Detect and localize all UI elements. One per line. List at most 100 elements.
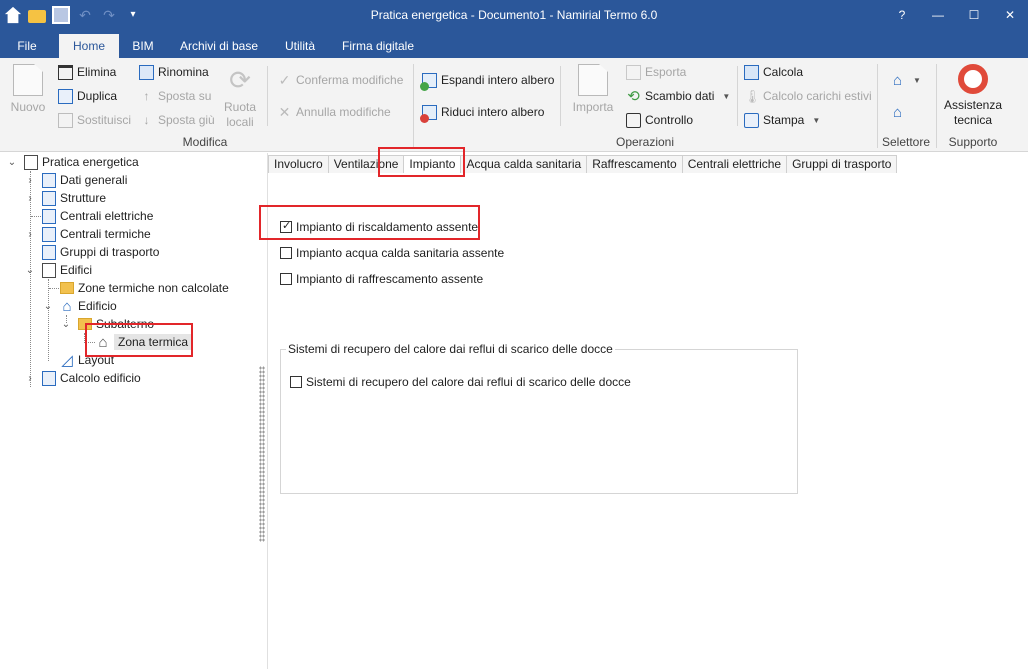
tree-node-edificio[interactable]: ⌄ ⌂ Edificio <box>42 297 117 315</box>
chevron-down-icon[interactable]: ⌄ <box>60 319 72 330</box>
divider <box>737 66 738 126</box>
elimina-button[interactable]: Elimina <box>58 62 116 82</box>
controllo-label: Controllo <box>645 113 694 127</box>
controllo-button[interactable]: Controllo <box>626 110 693 130</box>
window-controls: ? — ☐ ✕ <box>884 0 1028 32</box>
rename-icon <box>139 64 154 80</box>
divider <box>267 66 268 126</box>
divider <box>877 64 878 148</box>
importa-button[interactable]: Importa <box>569 64 617 115</box>
ruota-label-2: locali <box>226 115 254 129</box>
tab-utilita[interactable]: Utilità <box>276 34 324 58</box>
chevron-down-icon: ▼ <box>913 75 921 85</box>
raffrescamento-assente-checkbox[interactable]: Impianto di raffrescamento assente <box>280 272 483 286</box>
section-tab-bar: Involucro Ventilazione Impianto Acqua ca… <box>268 155 898 173</box>
selettore-group-label: Selettore <box>881 135 931 149</box>
calcola-button[interactable]: Calcola <box>744 62 803 82</box>
duplica-button[interactable]: Duplica <box>58 86 117 106</box>
checkbox-unchecked[interactable] <box>290 376 302 388</box>
acs-assente-checkbox[interactable]: Impianto acqua calda sanitaria assente <box>280 246 504 260</box>
minimize-button[interactable]: — <box>920 0 956 32</box>
tab-involucro[interactable]: Involucro <box>268 155 329 173</box>
ribbon-tab-bar: File Home BIM Archivi di base Utilità Fi… <box>0 32 1028 58</box>
tree-node-label: Strutture <box>60 191 107 205</box>
printer-icon <box>744 112 759 128</box>
tree-node-label: Centrali elettriche <box>60 209 154 223</box>
esporta-label: Esporta <box>645 65 687 79</box>
espandi-albero-button[interactable]: Espandi intero albero <box>420 70 554 91</box>
sposta-su-button[interactable]: ↑ Sposta su <box>139 86 212 106</box>
tree-node-label: Edifici <box>60 263 93 277</box>
tab-raffrescamento[interactable]: Raffrescamento <box>586 155 683 173</box>
maximize-button[interactable]: ☐ <box>956 0 992 32</box>
chevron-down-icon[interactable]: ⌄ <box>24 265 36 276</box>
tree-node-label: Edificio <box>78 299 117 313</box>
data-sheet-icon <box>42 190 56 206</box>
chevron-right-icon[interactable]: › <box>24 193 36 204</box>
selettore-home-button[interactable]: ⌂ <box>890 102 905 122</box>
assistenza-tecnica-button[interactable]: Assistenza tecnica <box>942 64 1004 128</box>
ruota-locali-button[interactable]: ⟳ Ruota locali <box>220 64 260 130</box>
stampa-button[interactable]: Stampa ▼ <box>744 110 820 130</box>
tree-node-centrali-elettriche[interactable]: Centrali elettriche <box>24 207 153 225</box>
checkbox-unchecked[interactable] <box>280 273 292 285</box>
checkbox-unchecked[interactable] <box>280 247 292 259</box>
tree-node-zone-termiche-non-calcolate[interactable]: Zone termiche non calcolate <box>42 279 229 297</box>
panel-splitter[interactable] <box>259 366 265 542</box>
data-sheet-icon <box>42 208 56 224</box>
window-title: Pratica energetica - Documento1 - Namiri… <box>370 8 658 22</box>
tree-node-centrali-termiche[interactable]: › Centrali termiche <box>24 225 151 243</box>
tree-node-strutture[interactable]: › Strutture <box>24 189 106 207</box>
replace-icon <box>58 112 73 128</box>
nuovo-button[interactable]: Nuovo <box>6 64 50 115</box>
riduci-label: Riduci intero albero <box>441 105 545 119</box>
tab-centrali-elettriche[interactable]: Centrali elettriche <box>681 155 788 173</box>
tab-archivi-di-base[interactable]: Archivi di base <box>172 34 266 58</box>
rinomina-button[interactable]: Rinomina <box>139 62 209 82</box>
help-button[interactable]: ? <box>884 0 920 32</box>
data-sheet-icon <box>42 172 56 188</box>
tab-acqua-calda-sanitaria[interactable]: Acqua calda sanitaria <box>460 155 588 173</box>
tab-bim[interactable]: BIM <box>124 34 162 58</box>
divider <box>936 64 937 148</box>
tree-node-dati-generali[interactable]: › Dati generali <box>24 171 127 189</box>
tab-gruppi-di-trasporto[interactable]: Gruppi di trasporto <box>786 155 898 173</box>
house-icon: ⌂ <box>62 297 72 315</box>
tab-home[interactable]: Home <box>59 34 119 58</box>
chevron-right-icon[interactable]: › <box>24 175 36 186</box>
highlight-box <box>378 147 465 177</box>
esporta-button[interactable]: Esporta <box>626 62 686 82</box>
house-icon: ⌂ <box>892 103 903 121</box>
tree-node-label: Gruppi di trasporto <box>60 245 160 259</box>
highlight-box <box>259 205 480 240</box>
assistenza-label-1: Assistenza <box>943 98 1003 112</box>
tab-file[interactable]: File <box>8 34 46 58</box>
calcolo-carichi-estivi-button[interactable]: 🌡 Calcolo carichi estivi <box>744 86 872 106</box>
tree-node-pratica-energetica[interactable]: ⌄ Pratica energetica <box>6 153 139 171</box>
selettore-dropdown-button[interactable]: ⌂ ▼ <box>890 70 921 90</box>
sostituisci-button[interactable]: Sostituisci <box>58 110 131 130</box>
tree-node-edifici[interactable]: ⌄ Edifici <box>24 261 92 279</box>
highlight-box <box>85 323 193 357</box>
chevron-right-icon[interactable]: › <box>24 373 36 384</box>
chevron-down-icon[interactable]: ⌄ <box>6 157 18 168</box>
riduci-albero-button[interactable]: Riduci intero albero <box>420 102 545 123</box>
tree-node-gruppi-di-trasporto[interactable]: Gruppi di trasporto <box>24 243 159 261</box>
elimina-label: Elimina <box>77 65 117 79</box>
tree-node-label: Zone termiche non calcolate <box>78 281 229 295</box>
close-button[interactable]: ✕ <box>992 0 1028 32</box>
tree-node-calcolo-edificio[interactable]: › Calcolo edificio <box>24 369 141 387</box>
sposta-giu-button[interactable]: ↓ Sposta giù <box>139 110 215 130</box>
sposta-su-label: Sposta su <box>158 89 212 103</box>
scambio-dati-button[interactable]: ⟲ Scambio dati ▼ <box>626 86 730 106</box>
chevron-right-icon[interactable]: › <box>24 229 36 240</box>
recupero-calore-checkbox[interactable]: Sistemi di recupero del calore dai reflu… <box>290 375 631 389</box>
tab-firma-digitale[interactable]: Firma digitale <box>334 34 422 58</box>
acs-assente-label: Impianto acqua calda sanitaria assente <box>296 246 505 260</box>
annulla-modifiche-button[interactable]: ✕ Annulla modifiche <box>277 102 391 122</box>
thermometer-icon: 🌡 <box>744 88 761 104</box>
layout-icon: ◿ <box>61 351 73 369</box>
chevron-down-icon[interactable]: ⌄ <box>42 301 54 312</box>
swap-icon: ⟲ <box>627 87 640 105</box>
conferma-modifiche-button[interactable]: ✓ Conferma modifiche <box>277 70 404 90</box>
